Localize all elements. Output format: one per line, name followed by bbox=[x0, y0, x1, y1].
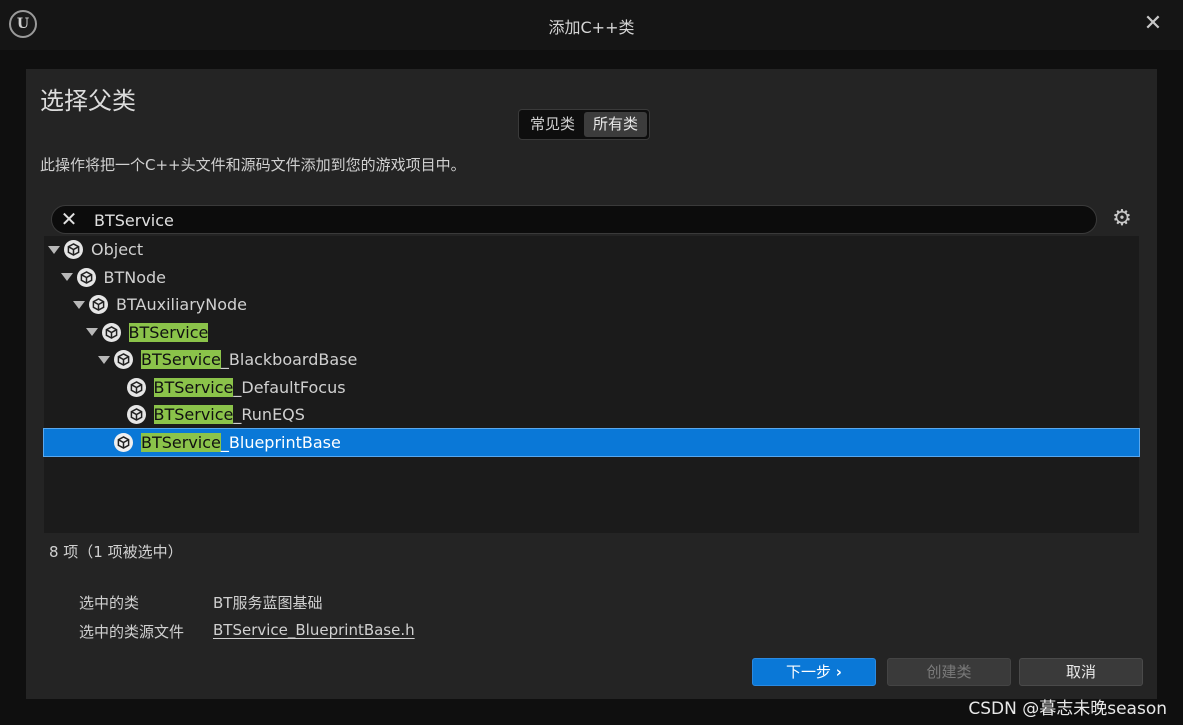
label-suffix: _DefaultFocus bbox=[233, 377, 346, 397]
tree-row-label: BTService bbox=[128, 322, 209, 342]
search-match-highlight: BTService bbox=[141, 350, 221, 369]
tab-all-classes[interactable]: 所有类 bbox=[584, 112, 648, 137]
class-icon bbox=[89, 295, 108, 314]
label-suffix: BTNode bbox=[103, 267, 167, 287]
create-class-button[interactable]: 创建类 bbox=[887, 658, 1011, 686]
close-icon[interactable]: ✕ bbox=[58, 208, 80, 230]
class-icon bbox=[114, 350, 133, 369]
window-title: 添加C++类 bbox=[548, 18, 635, 37]
class-icon bbox=[126, 377, 146, 397]
tree-row-label: BTNode bbox=[104, 268, 167, 287]
page-title: 选择父类 bbox=[40, 87, 136, 115]
source-file-label: 选中的类源文件 bbox=[79, 623, 185, 641]
tree-row[interactable]: BTService_BlackboardBase bbox=[44, 346, 1139, 373]
class-icon bbox=[101, 322, 121, 342]
class-icon bbox=[114, 432, 133, 452]
selected-class-label: 选中的类 bbox=[79, 594, 140, 612]
description-text: 此操作将把一个C++头文件和源码文件添加到您的游戏项目中。 bbox=[40, 156, 466, 174]
search-match-highlight: BTService bbox=[153, 405, 234, 424]
expand-arrow-icon[interactable] bbox=[98, 355, 110, 364]
search-box: ✕ bbox=[51, 205, 1097, 234]
tree-row-label: Object bbox=[91, 240, 143, 259]
tree-row-label: BTService_BlueprintBase bbox=[141, 432, 341, 452]
tree-row[interactable]: BTNode bbox=[44, 264, 1139, 291]
class-tree: Object BTNode BTAuxiliaryNode BTService BTSe… bbox=[43, 236, 1140, 533]
search-match-highlight: BTService bbox=[153, 377, 234, 397]
next-button[interactable]: 下一步 › bbox=[752, 658, 876, 686]
selected-class-value: BT服务蓝图基础 bbox=[213, 594, 323, 612]
label-suffix: _RunEQS bbox=[233, 405, 305, 424]
expand-arrow-icon[interactable] bbox=[85, 328, 98, 336]
chevron-right-icon: › bbox=[835, 663, 842, 681]
cancel-button[interactable]: 取消 bbox=[1019, 658, 1143, 686]
close-button[interactable]: ✕ bbox=[1141, 12, 1165, 36]
search-match-highlight: BTService bbox=[141, 432, 221, 452]
tree-row-label: BTService_DefaultFocus bbox=[153, 377, 346, 397]
label-suffix: Object bbox=[91, 240, 144, 259]
item-count: 8 项（1 项被选中） bbox=[49, 543, 183, 561]
watermark: CSDN @暮志未晚season bbox=[968, 699, 1167, 719]
source-file-link[interactable]: BTService_BlueprintBase.h bbox=[213, 621, 415, 639]
tree-row-label: BTService_RunEQS bbox=[153, 405, 305, 424]
tree-row[interactable]: Object bbox=[44, 236, 1139, 263]
tree-row-label: BTService_BlackboardBase bbox=[141, 350, 357, 369]
tree-row[interactable]: BTService_BlueprintBase bbox=[43, 427, 1140, 457]
class-icon bbox=[64, 240, 83, 259]
class-icon bbox=[76, 267, 96, 287]
expand-arrow-icon[interactable] bbox=[48, 245, 60, 254]
class-icon bbox=[126, 405, 146, 424]
tree-row[interactable]: BTService bbox=[44, 319, 1139, 346]
tree-row[interactable]: BTAuxiliaryNode bbox=[44, 291, 1139, 318]
tab-common-classes[interactable]: 常见类 bbox=[521, 112, 584, 137]
tree-row-label: BTAuxiliaryNode bbox=[116, 295, 247, 314]
search-match-highlight: BTService bbox=[128, 322, 209, 342]
class-filter-tabs: 常见类 所有类 bbox=[518, 109, 651, 140]
dialog-panel: 选择父类 常见类 所有类 此操作将把一个C++头文件和源码文件添加到您的游戏项目… bbox=[26, 69, 1157, 699]
expand-arrow-icon[interactable] bbox=[60, 273, 73, 281]
expand-arrow-icon[interactable] bbox=[73, 300, 85, 309]
tree-row[interactable]: BTService_RunEQS bbox=[44, 401, 1139, 428]
next-button-label: 下一步 bbox=[786, 663, 832, 681]
label-suffix: _BlackboardBase bbox=[220, 350, 358, 369]
gear-icon[interactable]: ⚙ bbox=[1110, 207, 1134, 231]
label-suffix: BTAuxiliaryNode bbox=[116, 295, 248, 314]
tree-row[interactable]: BTService_DefaultFocus bbox=[44, 374, 1139, 401]
label-suffix: _BlueprintBase bbox=[220, 432, 341, 452]
search-input[interactable] bbox=[92, 207, 1086, 234]
title-bar: U 添加C++类 ✕ bbox=[0, 0, 1183, 50]
